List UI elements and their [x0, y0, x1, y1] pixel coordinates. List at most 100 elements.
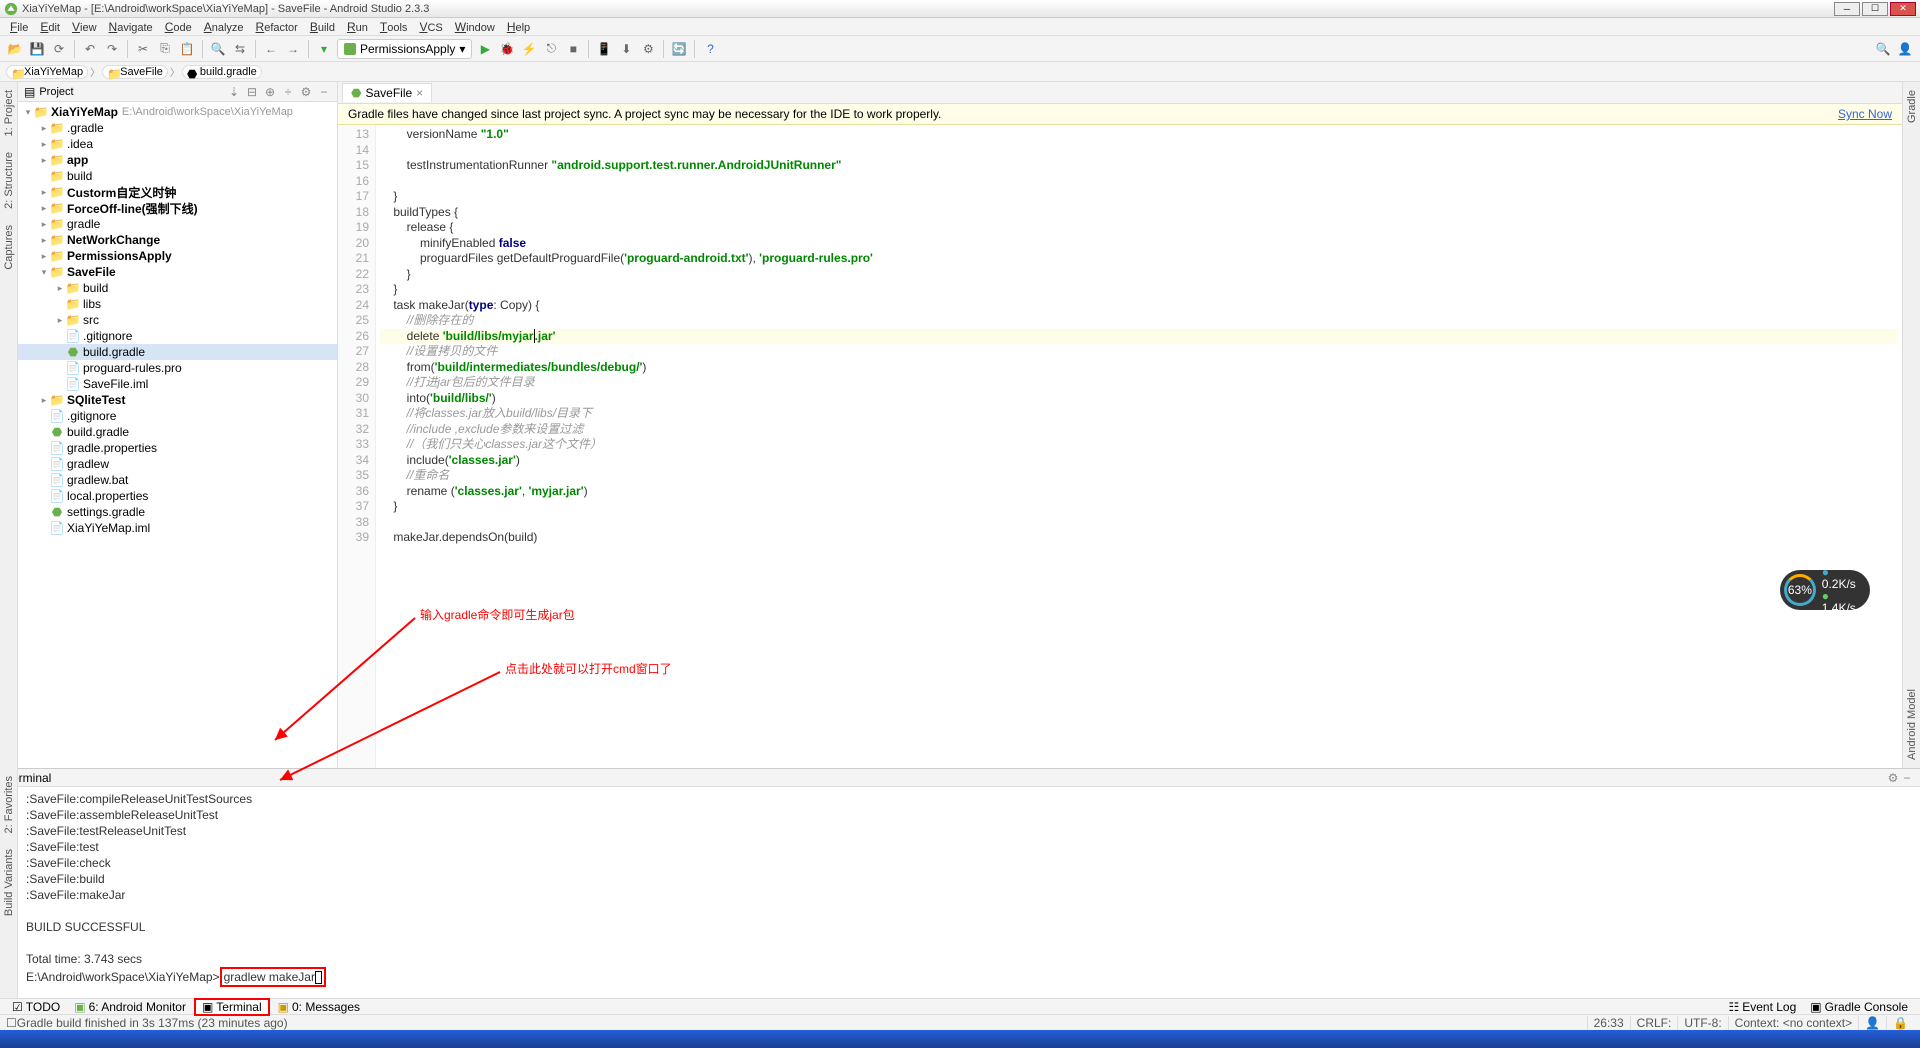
redo-icon[interactable]: ↷: [103, 40, 121, 58]
tree-item[interactable]: 📄proguard-rules.pro: [18, 360, 337, 376]
gear-icon[interactable]: ⚙: [1886, 771, 1900, 785]
target-icon[interactable]: ⊕: [263, 85, 277, 99]
menu-tools[interactable]: Tools: [374, 20, 414, 34]
search-everywhere-icon[interactable]: 🔍: [1874, 40, 1892, 58]
tree-item[interactable]: ▸📁.gradle: [18, 120, 337, 136]
stop-icon[interactable]: ■: [564, 40, 582, 58]
menu-view[interactable]: View: [66, 20, 103, 34]
divide-icon[interactable]: ÷: [281, 85, 295, 99]
paste-icon[interactable]: 📋: [178, 40, 196, 58]
sync-now-link[interactable]: Sync Now: [1838, 107, 1892, 121]
tree-item[interactable]: 📄.gitignore: [18, 328, 337, 344]
editor-tab-savefile[interactable]: ⬣ SaveFile ×: [342, 83, 432, 102]
project-tree[interactable]: ▾📁XiaYiYeMapE:\Android\workSpace\XiaYiYe…: [18, 102, 337, 768]
undo-icon[interactable]: ↶: [81, 40, 99, 58]
tab-close-icon[interactable]: ×: [416, 86, 423, 100]
sdk-icon[interactable]: ⬇: [617, 40, 635, 58]
vtab-gradle[interactable]: Gradle: [1904, 82, 1920, 131]
hide-icon[interactable]: −: [1900, 771, 1914, 785]
tree-item[interactable]: ⬣settings.gradle: [18, 504, 337, 520]
tab-event-log[interactable]: ☷Event Log: [1722, 1000, 1802, 1014]
profile-icon[interactable]: ⚡: [520, 40, 538, 58]
sync-icon[interactable]: ⟳: [50, 40, 68, 58]
tree-item[interactable]: ▸📁.idea: [18, 136, 337, 152]
tab-messages[interactable]: ▣0: Messages: [272, 1000, 366, 1014]
tab-todo[interactable]: ☑TODO: [6, 1000, 66, 1014]
encoding[interactable]: UTF-8:: [1677, 1016, 1727, 1030]
crumb-2[interactable]: ⬣build.gradle: [182, 65, 262, 79]
performance-widget[interactable]: 63% ● 0.2K/s ● 1.4K/s: [1780, 570, 1870, 610]
avd-icon[interactable]: 📱: [595, 40, 613, 58]
menu-navigate[interactable]: Navigate: [103, 20, 159, 34]
forward-icon[interactable]: →: [284, 40, 302, 58]
tree-item[interactable]: ▸📁gradle: [18, 216, 337, 232]
attach-icon[interactable]: ⎋: [542, 40, 560, 58]
save-icon[interactable]: 💾: [28, 40, 46, 58]
tree-item[interactable]: ▸📁ForceOff-line(强制下线): [18, 200, 337, 216]
vtab-project[interactable]: 1: Project: [1, 82, 17, 144]
close-button[interactable]: ✕: [1890, 2, 1916, 16]
code-editor[interactable]: 1314151617181920212223242526272829303132…: [338, 125, 1902, 768]
windows-taskbar[interactable]: [0, 1030, 1920, 1048]
context[interactable]: Context: <no context>: [1728, 1016, 1858, 1030]
menu-analyze[interactable]: Analyze: [198, 20, 250, 34]
hide-icon[interactable]: −: [317, 85, 331, 99]
tree-item[interactable]: ▾📁SaveFile: [18, 264, 337, 280]
tree-item[interactable]: ▸📁SQliteTest: [18, 392, 337, 408]
line-ending[interactable]: CRLF:: [1630, 1016, 1678, 1030]
debug-icon[interactable]: 🐞: [498, 40, 516, 58]
code-content[interactable]: versionName "1.0" testInstrumentationRun…: [376, 125, 1902, 768]
tree-item[interactable]: ▸📁src: [18, 312, 337, 328]
menu-build[interactable]: Build: [304, 20, 341, 34]
maximize-button[interactable]: ☐: [1862, 2, 1888, 16]
vtab-android-model[interactable]: Android Model: [1904, 681, 1920, 768]
tree-item[interactable]: 📄local.properties: [18, 488, 337, 504]
make-icon[interactable]: ▾: [315, 40, 333, 58]
menu-file[interactable]: File: [4, 20, 34, 34]
cut-icon[interactable]: ✂: [134, 40, 152, 58]
copy-icon[interactable]: ⎘: [156, 40, 174, 58]
tree-item[interactable]: ▸📁NetWorkChange: [18, 232, 337, 248]
inspector-icon[interactable]: 👤: [1858, 1016, 1886, 1030]
crumb-0[interactable]: 📁XiaYiYeMap: [6, 65, 88, 79]
terminal-output[interactable]: :SaveFile:compileReleaseUnitTestSources:…: [18, 787, 1920, 998]
user-icon[interactable]: 👤: [1896, 40, 1914, 58]
menu-run[interactable]: Run: [341, 20, 374, 34]
tree-item[interactable]: ▸📁app: [18, 152, 337, 168]
menu-refactor[interactable]: Refactor: [250, 20, 304, 34]
tree-item[interactable]: ⬣build.gradle: [18, 424, 337, 440]
menu-edit[interactable]: Edit: [34, 20, 66, 34]
project-structure-icon[interactable]: ⚙: [639, 40, 657, 58]
vtab-captures[interactable]: Captures: [1, 217, 17, 278]
vtab-favorites[interactable]: 2: Favorites: [1, 768, 17, 841]
run-icon[interactable]: ▶: [476, 40, 494, 58]
crumb-1[interactable]: 📁SaveFile: [102, 65, 168, 79]
find-icon[interactable]: 🔍: [209, 40, 227, 58]
chevron-icon[interactable]: ⇣: [227, 85, 241, 99]
vtab-build-variants[interactable]: Build Variants: [1, 841, 17, 924]
menu-help[interactable]: Help: [501, 20, 536, 34]
tab-terminal[interactable]: ▣Terminal: [194, 998, 270, 1016]
tree-item[interactable]: 📁libs: [18, 296, 337, 312]
tree-item[interactable]: 📄gradlew: [18, 456, 337, 472]
lock-icon[interactable]: 🔒: [1886, 1016, 1914, 1030]
collapse-icon[interactable]: ⊟: [245, 85, 259, 99]
help-icon[interactable]: ?: [701, 40, 719, 58]
run-config-selector[interactable]: PermissionsApply ▾: [337, 39, 472, 59]
tree-item[interactable]: 📁build: [18, 168, 337, 184]
tree-item[interactable]: 📄.gitignore: [18, 408, 337, 424]
tab-android-monitor[interactable]: ▣6: Android Monitor: [68, 1000, 192, 1014]
tree-item[interactable]: 📄XiaYiYeMap.iml: [18, 520, 337, 536]
tree-item[interactable]: 📄gradlew.bat: [18, 472, 337, 488]
menu-vcs[interactable]: VCS: [413, 20, 448, 34]
menu-window[interactable]: Window: [449, 20, 501, 34]
back-icon[interactable]: ←: [262, 40, 280, 58]
vtab-structure[interactable]: 2: Structure: [1, 144, 17, 217]
open-icon[interactable]: 📂: [6, 40, 24, 58]
tree-item[interactable]: 📄SaveFile.iml: [18, 376, 337, 392]
tree-item[interactable]: 📄gradle.properties: [18, 440, 337, 456]
tree-item[interactable]: ▸📁build: [18, 280, 337, 296]
replace-icon[interactable]: ⇆: [231, 40, 249, 58]
tree-item[interactable]: ⬣build.gradle: [18, 344, 337, 360]
sync-gradle-icon[interactable]: 🔄: [670, 40, 688, 58]
